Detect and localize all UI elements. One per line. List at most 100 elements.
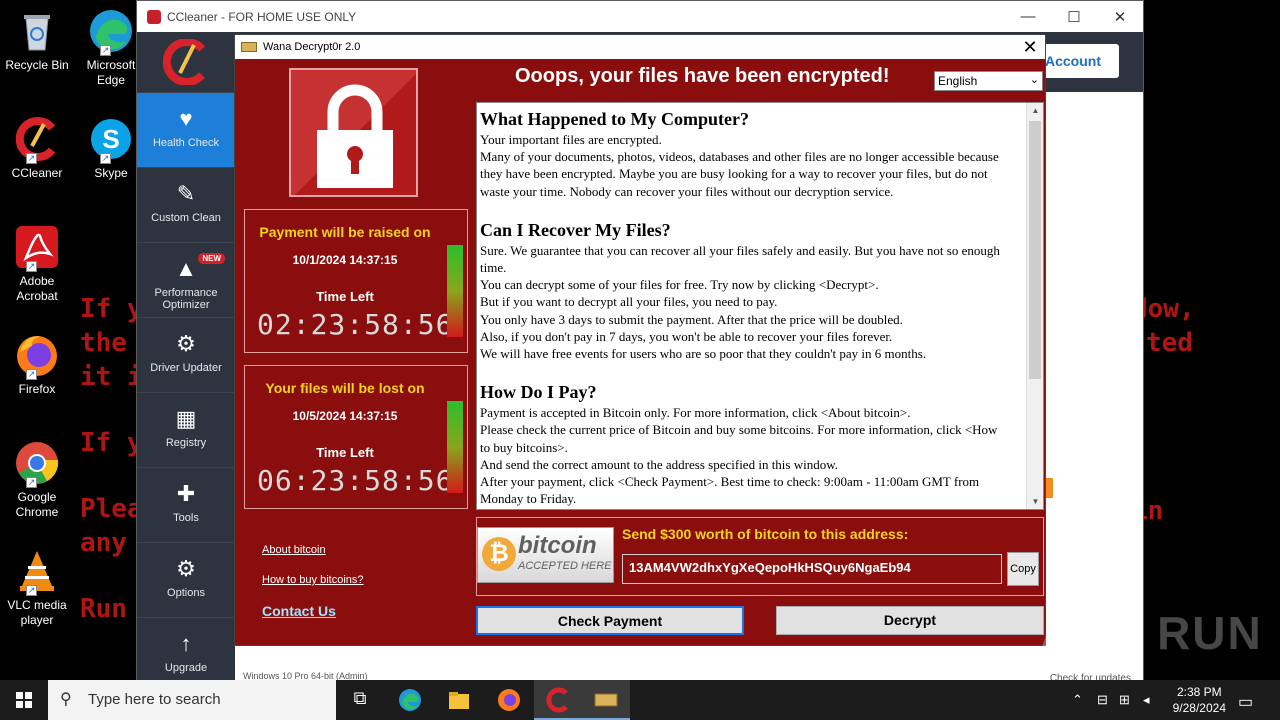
ransom-note-panel[interactable]: What Happened to My Computer? Your impor… [476,102,1044,510]
desktop-icon-chrome[interactable]: ↗ Google Chrome [0,440,74,520]
anyrun-watermark: ANY RUN [1040,607,1263,659]
task-view-icon[interactable]: ⧉ [348,688,372,712]
desktop-icon-label: CCleaner [11,166,63,180]
desktop-icon-firefox[interactable]: ↗ Firefox [0,332,74,397]
note-paragraph: Many of your documents, photos, videos, … [480,149,999,199]
search-placeholder: Type here to search [88,691,221,708]
wrench-icon: ✚ [176,481,196,506]
search-icon: ⚲ [60,691,72,708]
ransom-bg-text-left: If y the it i If y Plea any Run [80,292,143,626]
accepted-here-text: ACCEPTED HERE [518,560,612,572]
decrypt-button[interactable]: Decrypt [776,606,1044,635]
wannacry-window[interactable]: Wana Decrypt0r 2.0 ✕ Ooops, your files h… [234,34,1046,646]
copy-button[interactable]: Copy [1007,552,1039,586]
scrollbar[interactable]: ▲ ▼ [1026,103,1043,509]
network-icon[interactable]: ⊟ [1097,692,1108,708]
ccleaner-icon: ↗ [14,116,60,164]
desktop-icon-acrobat[interactable]: ↗ Adobe Acrobat [0,224,74,304]
volume-icon[interactable]: ◂ [1143,692,1150,708]
minimize-button[interactable]: — [1005,8,1051,26]
bg-line: If y [80,428,143,458]
nav-tools[interactable]: ✚ Tools [137,467,235,542]
ccleaner-sidebar: ♥ Health Check ✎ Custom Clean NEW ▲ Perf… [137,32,235,687]
scroll-down-icon[interactable]: ▼ [1027,497,1043,506]
nav-driver-updater[interactable]: ⚙ Driver Updater [137,317,235,392]
clock-date: 9/28/2024 [1172,701,1226,715]
send-instructions: Send $300 worth of bitcoin to this addre… [622,526,909,542]
bitcoin-address-field[interactable]: 13AM4VW2dhxYgXeQepoHkHSQuy6NgaEb94 [622,554,1002,584]
nav-health-check[interactable]: ♥ Health Check [137,92,235,167]
how-to-buy-link[interactable]: How to buy bitcoins? [262,574,364,586]
recycle-bin-icon [14,8,60,54]
nav-performance-optimizer[interactable]: NEW ▲ Performance Optimizer [137,242,235,317]
network-icon-2[interactable]: ⊞ [1119,692,1130,708]
section-heading: What Happened to My Computer? [480,109,749,129]
section-heading: Can I Recover My Files? [480,219,671,240]
gear-chip-icon: ⚙ [176,331,196,356]
brush-icon: ✎ [176,181,196,206]
note-paragraph: Your important files are encrypted. [480,132,662,147]
new-badge: NEW [198,253,225,264]
skype-icon: S ↗ [88,116,134,164]
nav-custom-clean[interactable]: ✎ Custom Clean [137,167,235,242]
time-left-label: Time Left [316,289,374,304]
note-paragraph: Payment is accepted in Bitcoin only. For… [480,405,911,421]
desktop-icon-vlc[interactable]: ↗ VLC media player [0,548,74,628]
padlock-icon [317,84,393,188]
close-icon[interactable]: ✕ [1015,37,1045,58]
edge-icon: ↗ [88,8,134,56]
note-paragraph: You can decrypt some of your files for f… [480,277,879,293]
close-button[interactable]: ✕ [1097,8,1143,26]
desktop-icon-ccleaner[interactable]: ↗ CCleaner [0,116,74,181]
scroll-thumb[interactable] [1029,121,1041,379]
nav-registry[interactable]: ▦ Registry [137,392,235,467]
padlock-image [289,68,418,197]
contact-us-link[interactable]: Contact Us [262,603,336,619]
taskbar-search-input[interactable]: ⚲ Type here to search [48,680,336,720]
svg-text:S: S [102,124,119,154]
payment-box: ₿ bitcoin ACCEPTED HERE Send $300 worth … [476,517,1044,596]
edge-taskbar-icon[interactable] [398,688,422,712]
notifications-icon[interactable]: ▭ [1238,692,1253,712]
heart-icon: ♥ [179,106,193,131]
nav-label: Performance Optimizer [154,287,218,311]
files-lost-timer: Your files will be lost on 10/5/2024 14:… [244,365,468,509]
chrome-icon: ↗ [14,440,60,488]
desktop-icon-label: VLC media player [7,598,67,627]
raise-label: Payment will be raised on [259,224,431,240]
payment-raise-timer: Payment will be raised on 10/1/2024 14:3… [244,209,468,353]
about-bitcoin-link[interactable]: About bitcoin [262,544,326,556]
acrobat-icon: ↗ [14,224,60,272]
desktop-icon-recycle-bin[interactable]: Recycle Bin [0,8,74,73]
wannacry-taskbar-button[interactable] [582,680,630,720]
tray-overflow-icon[interactable]: ⌃ [1072,692,1083,708]
file-explorer-icon[interactable] [447,688,471,712]
start-button[interactable] [0,680,48,720]
maximize-button[interactable]: ☐ [1051,8,1097,26]
check-payment-button[interactable]: Check Payment [476,606,744,635]
ransom-app-icon [241,42,257,52]
ccleaner-small-logo-icon [147,9,161,24]
ccleaner-titlebar[interactable]: CCleaner - FOR HOME USE ONLY — ☐ ✕ [137,1,1143,32]
scroll-up-icon[interactable]: ▲ [1027,106,1043,115]
note-paragraph: You only have 3 days to submit the payme… [480,311,903,327]
desktop-icon-label: Google Chrome [15,490,59,519]
language-select[interactable]: English ⌄ [934,71,1043,91]
lost-label: Your files will be lost on [265,380,425,396]
firefox-taskbar-icon[interactable] [497,688,521,712]
ccleaner-title: CCleaner - FOR HOME USE ONLY [167,9,357,24]
ccleaner-taskbar-button[interactable] [534,680,582,720]
bg-line: the [80,328,127,358]
taskbar-clock[interactable]: 2:38 PM 9/28/2024 [1173,684,1226,716]
nav-options[interactable]: ⚙ Options [137,542,235,617]
bg-line: Plea [80,494,143,524]
language-value: English [938,74,978,88]
arrow-up-icon: ↑ [180,631,192,656]
desktop-icon-label: Adobe Acrobat [16,274,58,303]
ransom-app-taskbar-icon [594,693,618,707]
nav-label: Health Check [152,137,220,149]
wannacry-title: Wana Decrypt0r 2.0 [263,41,361,53]
lost-countdown: 06:23:58:56 [257,464,454,497]
nav-label: Custom Clean [151,212,221,224]
wannacry-titlebar[interactable]: Wana Decrypt0r 2.0 ✕ [235,35,1045,59]
